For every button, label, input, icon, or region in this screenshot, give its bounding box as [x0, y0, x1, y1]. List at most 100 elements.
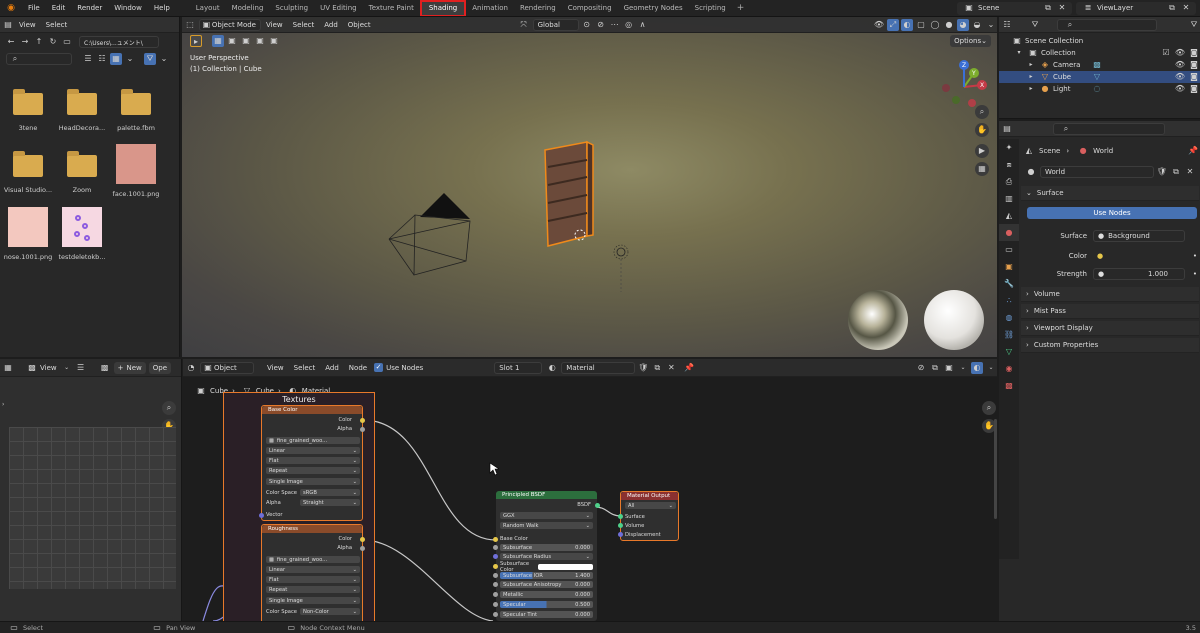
filter-icon[interactable]: ⛛	[1029, 19, 1041, 31]
projection-dropdown[interactable]: Flat ⌄	[266, 576, 360, 583]
forward-arrow-icon[interactable]: →	[19, 36, 31, 48]
menu-view[interactable]: View	[38, 364, 59, 372]
image-datablock-field[interactable]: ▩ fine_grained_woo...	[266, 556, 360, 563]
outliner-row-scene-collection[interactable]: ▣ Scene Collection	[999, 35, 1200, 47]
camera-render-icon[interactable]: ◙	[1188, 59, 1200, 71]
parent-dir-icon[interactable]: ↑	[33, 36, 45, 48]
close-icon[interactable]: ✕	[1056, 2, 1068, 14]
material-output-node[interactable]: Material Output All ⌄ Surface Volume Disp…	[618, 491, 679, 541]
tool-tab-icon[interactable]: ✦	[999, 139, 1019, 156]
vertical-scrollbar[interactable]	[994, 419, 997, 519]
viewlayer-selector[interactable]: ≣ ViewLayer ⧉ ✕	[1076, 1, 1196, 15]
file-item-folder[interactable]: HeadDecora...	[56, 89, 108, 132]
color-space-dropdown[interactable]: sRGB ⌄	[300, 489, 360, 496]
filter-funnel-icon[interactable]: ⛛	[1188, 19, 1200, 31]
blender-logo-icon[interactable]: ◉	[4, 2, 18, 14]
chevron-down-icon[interactable]: ⌄	[124, 53, 136, 65]
render-tab-icon[interactable]: ⧈	[999, 156, 1019, 173]
light-object[interactable]	[613, 244, 629, 292]
camera-render-icon[interactable]: ◙	[1188, 71, 1200, 83]
chevron-down-icon[interactable]: ▾	[1013, 47, 1025, 59]
chevron-down-icon[interactable]: ⌄	[158, 53, 170, 65]
menu-file[interactable]: File	[22, 0, 46, 16]
data-tab-icon[interactable]: ▽	[999, 343, 1019, 360]
world-tab-icon[interactable]: ●	[999, 224, 1019, 241]
principled-bsdf-node[interactable]: Principled BSDF BSDF GGX ⌄ Random Walk ⌄ B…	[493, 491, 600, 621]
file-item-folder[interactable]: Visual Studio...	[2, 151, 54, 194]
use-nodes-button[interactable]: Use Nodes	[1027, 207, 1197, 219]
camera-render-icon[interactable]: ◙	[1188, 83, 1200, 95]
filter-icon[interactable]: ⛛	[144, 52, 156, 65]
target-dropdown[interactable]: All ⌄	[625, 502, 676, 509]
color-output-socket[interactable]	[360, 537, 365, 542]
uv-grid[interactable]	[9, 427, 176, 589]
editor-type-icon[interactable]: ☷	[1001, 19, 1013, 31]
roughness-image-node[interactable]: Roughness Color Alpha ▩ fine_grained_woo.…	[261, 524, 365, 621]
tab-rendering[interactable]: Rendering	[514, 0, 562, 16]
material-tab-icon[interactable]: ◉	[999, 360, 1019, 377]
pin-icon[interactable]: 📌	[1187, 145, 1199, 157]
eye-icon[interactable]: 👁	[1174, 59, 1186, 71]
tab-shading[interactable]: Shading	[419, 0, 467, 16]
object-tab-icon[interactable]: ▣	[999, 258, 1019, 275]
tab-animation[interactable]: Animation	[466, 0, 514, 16]
alpha-mode-dropdown[interactable]: Straight ⌄	[300, 499, 360, 506]
world-icon[interactable]: ●	[1025, 166, 1037, 178]
chevron-right-icon[interactable]: ▸	[1025, 83, 1037, 95]
tab-scripting[interactable]: Scripting	[689, 0, 732, 16]
interpolation-dropdown[interactable]: Linear ⌄	[266, 566, 360, 573]
volume-panel-header[interactable]: › Volume	[1021, 287, 1199, 302]
subsurface-method-dropdown[interactable]: Random Walk ⌄	[500, 522, 593, 529]
view-layer-tab-icon[interactable]: ▥	[999, 190, 1019, 207]
subsurface-slider[interactable]: Subsurface 0.000	[500, 544, 593, 551]
metallic-slider[interactable]: Metallic 0.000	[500, 591, 593, 598]
outliner-row-light[interactable]: ▸ ● Light ◌ 👁 ◙	[999, 83, 1200, 95]
tab-texture-paint[interactable]: Texture Paint	[363, 0, 420, 16]
file-item-image[interactable]: nose.1001.png	[2, 207, 54, 261]
specular-input-socket[interactable]	[493, 602, 498, 607]
mist-pass-panel-header[interactable]: › Mist Pass	[1021, 304, 1199, 319]
file-search-input[interactable]: ⌕	[6, 52, 72, 65]
alpha-output-socket[interactable]	[360, 427, 365, 432]
fake-user-icon[interactable]: 🛡	[1156, 166, 1168, 178]
tab-sculpting[interactable]: Sculpting	[269, 0, 314, 16]
camera-object[interactable]	[388, 193, 471, 276]
subsurface-ior-input-socket[interactable]	[493, 573, 498, 578]
tab-compositing[interactable]: Compositing	[562, 0, 618, 16]
surface-shader-field[interactable]: ● Background	[1093, 230, 1185, 242]
viewport-display-panel-header[interactable]: › Viewport Display	[1021, 321, 1199, 336]
color-space-dropdown[interactable]: Non-Color ⌄	[300, 608, 360, 615]
tab-layout[interactable]: Layout	[190, 0, 226, 16]
add-workspace-button[interactable]: +	[732, 3, 750, 13]
metallic-input-socket[interactable]	[493, 592, 498, 597]
duplicate-icon[interactable]: ⧉	[1170, 166, 1182, 178]
subsurface-color-input-socket[interactable]	[493, 564, 498, 569]
eye-icon[interactable]: 👁	[1174, 71, 1186, 83]
copy-icon[interactable]: ⧉	[1042, 2, 1054, 14]
keyframe-dot-icon[interactable]: •	[1193, 252, 1197, 260]
color-output-socket[interactable]	[360, 418, 365, 423]
constraints-tab-icon[interactable]: ⛓	[999, 326, 1019, 343]
extension-dropdown[interactable]: Repeat ⌄	[266, 586, 360, 593]
source-dropdown[interactable]: Single Image ⌄	[266, 478, 360, 485]
base-color-image-node[interactable]: Base Color Color Alpha ▩ fine_grained_woo…	[259, 405, 365, 521]
editor-type-icon[interactable]: ▤	[1001, 123, 1013, 135]
subsurface-radius-input-socket[interactable]	[493, 554, 498, 559]
modifier-tab-icon[interactable]: 🔧	[999, 275, 1019, 292]
subsurface-input-socket[interactable]	[493, 545, 498, 550]
scene-tab-icon[interactable]: ◭	[999, 207, 1019, 224]
distribution-dropdown[interactable]: GGX ⌄	[500, 512, 593, 519]
sidebar-toggle-icon[interactable]: ›	[2, 401, 4, 408]
menu-render[interactable]: Render	[71, 0, 108, 16]
physics-tab-icon[interactable]: ◍	[999, 309, 1019, 326]
file-item-folder[interactable]: 3tene	[2, 89, 54, 132]
chevron-right-icon[interactable]: ▸	[1025, 71, 1037, 83]
horizontal-list-icon[interactable]: ☷	[96, 53, 108, 65]
base-color-input-socket[interactable]	[493, 537, 498, 542]
collection-tab-icon[interactable]: ▭	[999, 241, 1019, 258]
3d-viewport[interactable]: ⬚ ▣ Object Mode View Select Add Object ⤧ …	[182, 17, 997, 357]
close-icon[interactable]: ✕	[1184, 166, 1196, 178]
specular-slider[interactable]: Specular 0.500	[500, 601, 593, 608]
file-item-folder[interactable]: Zoom	[56, 151, 108, 194]
alpha-output-socket[interactable]	[360, 546, 365, 551]
